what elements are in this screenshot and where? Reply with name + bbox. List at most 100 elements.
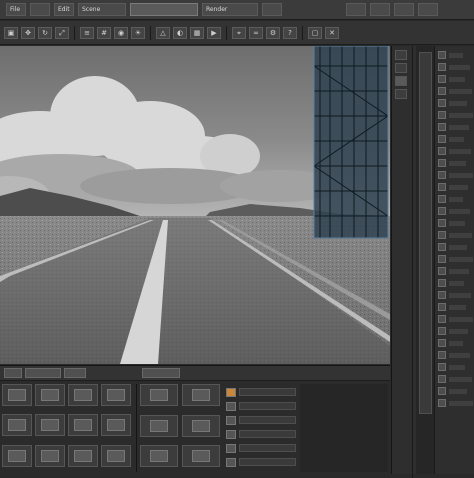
- snap-icon[interactable]: ⌖: [232, 26, 246, 39]
- menu-edit[interactable]: Edit: [54, 3, 74, 16]
- property-row[interactable]: [438, 62, 473, 72]
- property-row[interactable]: [438, 182, 473, 192]
- asset-thumbnail[interactable]: [35, 444, 65, 467]
- render-icon[interactable]: ▶: [207, 26, 221, 39]
- texture-icon[interactable]: ▦: [190, 26, 204, 39]
- tool-icon[interactable]: [395, 89, 407, 99]
- mesh-icon[interactable]: △: [156, 26, 170, 39]
- menu-item-8[interactable]: [346, 3, 366, 16]
- property-row[interactable]: [438, 326, 473, 336]
- property-icon: [438, 219, 446, 227]
- scrollbar-thumb[interactable]: [419, 52, 432, 414]
- asset-thumbnail[interactable]: [182, 414, 220, 437]
- help-icon[interactable]: ?: [283, 26, 297, 39]
- asset-thumbnail[interactable]: [140, 384, 178, 406]
- property-row[interactable]: [438, 242, 473, 252]
- menu-scene[interactable]: Scene: [78, 3, 126, 16]
- select-tool-icon[interactable]: ▣: [4, 26, 18, 39]
- property-row[interactable]: [438, 278, 473, 288]
- property-row[interactable]: [438, 290, 473, 300]
- property-row[interactable]: [438, 374, 473, 384]
- property-row[interactable]: [438, 398, 473, 408]
- property-row[interactable]: [438, 74, 473, 84]
- property-row[interactable]: [438, 362, 473, 372]
- property-row[interactable]: [438, 230, 473, 240]
- property-row[interactable]: [438, 314, 473, 324]
- menu-item-7[interactable]: [262, 3, 282, 16]
- asset-thumbnail[interactable]: [101, 444, 131, 467]
- asset-thumbnail[interactable]: [101, 414, 131, 437]
- tool-icon[interactable]: [395, 63, 407, 73]
- camera-icon[interactable]: ◉: [114, 26, 128, 39]
- layer-item[interactable]: [226, 400, 296, 412]
- property-row[interactable]: [438, 110, 473, 120]
- property-row[interactable]: [438, 338, 473, 348]
- layer-item[interactable]: [226, 386, 296, 398]
- asset-thumbnail[interactable]: [2, 444, 32, 467]
- layer-item[interactable]: [226, 442, 296, 454]
- timeline-tab[interactable]: [64, 368, 86, 378]
- grid-icon[interactable]: #: [97, 26, 111, 39]
- property-row[interactable]: [438, 98, 473, 108]
- render-viewport[interactable]: [0, 46, 390, 364]
- menu-item-2[interactable]: [30, 3, 50, 16]
- property-icon: [438, 291, 446, 299]
- asset-thumbnail[interactable]: [35, 414, 65, 437]
- property-row[interactable]: [438, 86, 473, 96]
- tool-icon[interactable]: [395, 76, 407, 86]
- property-row[interactable]: [438, 158, 473, 168]
- property-row[interactable]: [438, 122, 473, 132]
- window-icon[interactable]: ▢: [308, 26, 322, 39]
- menu-render[interactable]: Render: [202, 3, 258, 16]
- menu-file[interactable]: File: [6, 3, 26, 16]
- property-row[interactable]: [438, 50, 473, 60]
- property-row[interactable]: [438, 386, 473, 396]
- asset-thumbnail[interactable]: [182, 384, 220, 406]
- layer-item[interactable]: [226, 428, 296, 440]
- property-icon: [438, 231, 446, 239]
- layer-item[interactable]: [226, 414, 296, 426]
- property-row[interactable]: [438, 302, 473, 312]
- property-row[interactable]: [438, 194, 473, 204]
- layer-icon[interactable]: ≡: [80, 26, 94, 39]
- link-icon[interactable]: ∞: [249, 26, 263, 39]
- light-icon[interactable]: ☀: [131, 26, 145, 39]
- thumbnail-icon: [107, 389, 125, 401]
- property-row[interactable]: [438, 254, 473, 264]
- layer-item[interactable]: [226, 456, 296, 468]
- asset-thumbnail[interactable]: [35, 384, 65, 406]
- timeline-tab[interactable]: [142, 368, 180, 378]
- asset-thumbnail[interactable]: [140, 414, 178, 437]
- settings-icon[interactable]: ⚙: [266, 26, 280, 39]
- scrollbar-track[interactable]: [416, 46, 435, 474]
- property-row[interactable]: [438, 146, 473, 156]
- property-row[interactable]: [438, 170, 473, 180]
- panel-divider: [136, 384, 137, 472]
- menu-item-9[interactable]: [370, 3, 390, 16]
- asset-thumbnail[interactable]: [182, 445, 220, 468]
- asset-thumbnail[interactable]: [101, 384, 131, 406]
- material-icon[interactable]: ◐: [173, 26, 187, 39]
- thumbnail-icon: [107, 419, 125, 432]
- scale-tool-icon[interactable]: ⤢: [55, 26, 69, 39]
- property-row[interactable]: [438, 350, 473, 360]
- close-icon[interactable]: ✕: [325, 26, 339, 39]
- timeline-tab[interactable]: [25, 368, 61, 378]
- property-row[interactable]: [438, 206, 473, 216]
- move-tool-icon[interactable]: ✥: [21, 26, 35, 39]
- menu-item-10[interactable]: [394, 3, 414, 16]
- timeline-tab[interactable]: [4, 368, 22, 378]
- rotate-tool-icon[interactable]: ↻: [38, 26, 52, 39]
- property-row[interactable]: [438, 266, 473, 276]
- asset-thumbnail[interactable]: [2, 384, 32, 406]
- asset-thumbnail[interactable]: [68, 384, 98, 406]
- asset-thumbnail[interactable]: [2, 414, 32, 437]
- property-row[interactable]: [438, 134, 473, 144]
- asset-thumbnail[interactable]: [140, 445, 178, 468]
- property-icon: [438, 267, 446, 275]
- menu-item-11[interactable]: [418, 3, 438, 16]
- asset-thumbnail[interactable]: [68, 414, 98, 437]
- property-row[interactable]: [438, 218, 473, 228]
- asset-thumbnail[interactable]: [68, 444, 98, 467]
- tool-icon[interactable]: [395, 50, 407, 60]
